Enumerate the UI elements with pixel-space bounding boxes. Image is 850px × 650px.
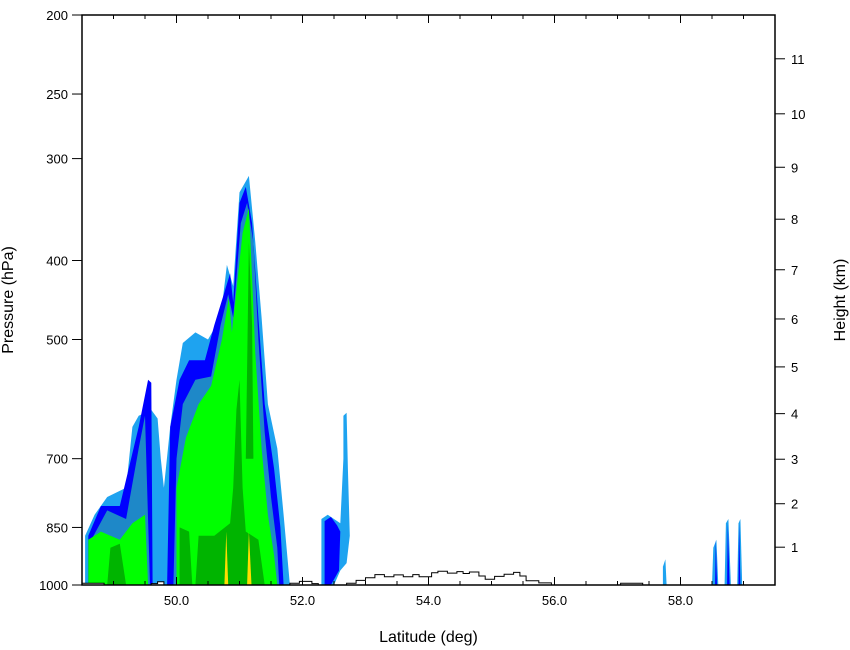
x-tick-label: 56.0 xyxy=(542,593,567,608)
y-tick-label: 200 xyxy=(46,8,68,23)
x-tick-label: 54.0 xyxy=(416,593,441,608)
y-tick-label: 400 xyxy=(46,253,68,268)
y-tick-label: 1000 xyxy=(39,578,68,593)
y2-tick-label: 6 xyxy=(791,312,798,327)
y-tick-label: 250 xyxy=(46,87,68,102)
y2-axis-title: Height (km) xyxy=(832,259,849,342)
x-tick-label: 50.0 xyxy=(164,593,189,608)
x-tick-label: 52.0 xyxy=(290,593,315,608)
y2-tick-label: 2 xyxy=(791,497,798,512)
y2-tick-label: 3 xyxy=(791,452,798,467)
y2-tick-label: 1 xyxy=(791,540,798,555)
y-tick-label: 850 xyxy=(46,520,68,535)
plot-area xyxy=(82,15,775,585)
y2-tick-label: 4 xyxy=(791,407,798,422)
y-tick-label: 700 xyxy=(46,452,68,467)
y-axis-height: 1 2 3 4 5 6 7 8 9 10 11 xyxy=(775,52,805,555)
x-tick-label: 58.0 xyxy=(668,593,693,608)
y2-tick-label: 7 xyxy=(791,263,798,278)
y-axis-title: Pressure (hPa) xyxy=(0,246,17,354)
y-tick-label: 300 xyxy=(46,152,68,167)
x-axis-title: Latitude (deg) xyxy=(379,629,478,646)
y-axis-pressure: 200 250 300 400 500 700 850 1000 xyxy=(39,8,82,593)
y2-tick-label: 10 xyxy=(791,107,805,122)
cross-section-chart: 50.0 52.0 54.0 56.0 58.0 200 250 300 400 500 700 8… xyxy=(0,8,849,646)
y2-tick-label: 5 xyxy=(791,360,798,375)
y2-tick-label: 11 xyxy=(791,52,805,67)
y2-tick-label: 9 xyxy=(791,160,798,175)
y-tick-label: 500 xyxy=(46,333,68,348)
y2-tick-label: 8 xyxy=(791,212,798,227)
